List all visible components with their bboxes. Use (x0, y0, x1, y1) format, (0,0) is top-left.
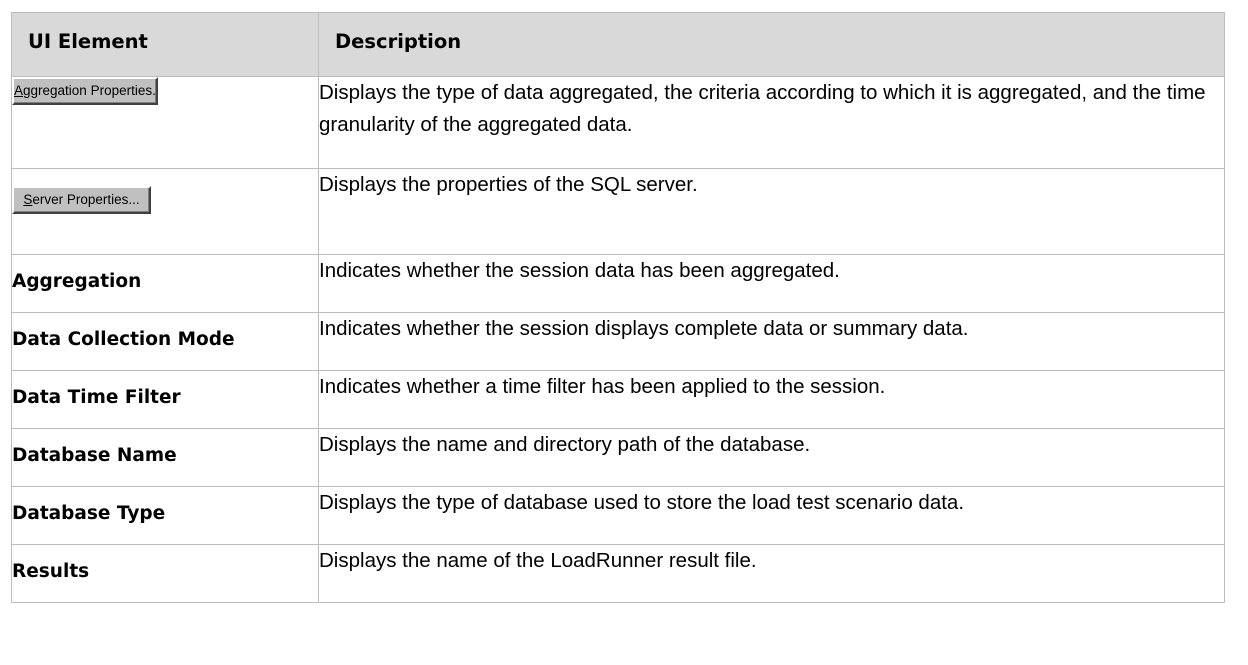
table-cell-element: Database Type (11, 486, 319, 545)
table-cell-description: Displays the type of database used to st… (318, 486, 1225, 545)
table-cell-description: Displays the name and directory path of … (318, 428, 1225, 487)
button-label-rest: erver Properties... (32, 192, 140, 207)
table-cell-description: Displays the type of data aggregated, th… (318, 76, 1225, 169)
table-cell-element: Database Name (11, 428, 319, 487)
button-mnemonic: S (23, 192, 33, 207)
table-row: Database Name Displays the name and dire… (11, 428, 1225, 487)
table-cell-description: Indicates whether the session data has b… (318, 254, 1225, 313)
table-cell-element: Server Properties... (11, 168, 319, 255)
ui-elements-table: UI Element Description Aggregation Prope… (11, 12, 1225, 603)
table-cell-description: Displays the name of the LoadRunner resu… (318, 544, 1225, 603)
table-cell-description: Displays the properties of the SQL serve… (318, 168, 1225, 255)
button-mnemonic: A (14, 83, 24, 98)
button-label-rest: ggregation Properties... (23, 83, 158, 98)
table-row: Data Time Filter Indicates whether a tim… (11, 370, 1225, 429)
header-ui-element: UI Element (11, 12, 319, 77)
table-row: Database Type Displays the type of datab… (11, 486, 1225, 545)
table-cell-description: Indicates whether the session displays c… (318, 312, 1225, 371)
table-row: Aggregation Properties... Displays the t… (11, 76, 1225, 169)
table-header-row: UI Element Description (11, 12, 1225, 77)
table-cell-element: Results (11, 544, 319, 603)
aggregation-properties-button[interactable]: Aggregation Properties... (12, 77, 158, 105)
table-row: Aggregation Indicates whether the sessio… (11, 254, 1225, 313)
table-cell-element: Data Collection Mode (11, 312, 319, 371)
table-row: Server Properties... Displays the proper… (11, 168, 1225, 255)
header-description: Description (318, 12, 1225, 77)
table-header: UI Element Description (11, 12, 1225, 77)
server-properties-button[interactable]: Server Properties... (12, 186, 151, 214)
table-cell-description: Indicates whether a time filter has been… (318, 370, 1225, 429)
table-cell-element: Aggregation Properties... (11, 76, 319, 169)
table-row: Data Collection Mode Indicates whether t… (11, 312, 1225, 371)
table-cell-element: Data Time Filter (11, 370, 319, 429)
table-row: Results Displays the name of the LoadRun… (11, 544, 1225, 603)
table-cell-element: Aggregation (11, 254, 319, 313)
